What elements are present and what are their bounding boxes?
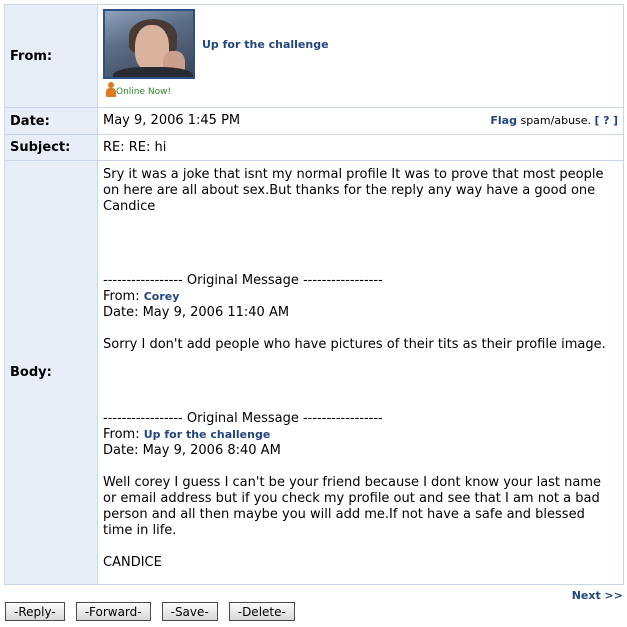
quote2-from-link[interactable]: Up for the challenge: [144, 428, 271, 441]
from-cell: Up for the challenge Online Now!: [97, 4, 624, 108]
flag-text: spam/abuse.: [520, 114, 592, 127]
reply-text: Sry it was a joke that isnt my normal pr…: [103, 167, 604, 214]
quote1-date-line: Date: May 9, 2006 11:40 AM: [103, 305, 290, 320]
flag-area: Flag spam/abuse. [ ? ]: [490, 108, 618, 134]
body-cell: Sry it was a joke that isnt my normal pr…: [97, 160, 624, 585]
online-status: Online Now!: [105, 82, 171, 97]
date-cell: May 9, 2006 1:45 PM Flag spam/abuse. [ ?…: [97, 107, 624, 135]
quote2-from-label: From:: [103, 427, 140, 442]
online-person-icon: [105, 82, 116, 97]
online-status-text: Online Now!: [116, 87, 172, 97]
quote2-date-line: Date: May 9, 2006 8:40 AM: [103, 443, 281, 458]
help-link[interactable]: ?: [603, 114, 609, 127]
subject-label: Subject:: [4, 134, 98, 161]
message-table: From: Up for the challenge Online Now! D…: [4, 4, 624, 585]
reply-button[interactable]: -Reply-: [5, 602, 65, 621]
flag-link[interactable]: Flag: [490, 114, 517, 127]
subject-row: Subject: RE: RE: hi: [4, 134, 624, 161]
sender-name-link[interactable]: Up for the challenge: [202, 38, 329, 51]
body-label: Body:: [4, 160, 98, 585]
help-close-bracket: ]: [612, 114, 618, 127]
subject-value: RE: RE: hi: [97, 134, 624, 161]
date-value: May 9, 2006 1:45 PM: [103, 113, 241, 128]
forward-button[interactable]: -Forward-: [75, 602, 151, 621]
quote1-from-link[interactable]: Corey: [144, 290, 180, 303]
action-buttons: -Reply- -Forward- -Save- -Delete-: [5, 602, 306, 621]
from-row: From: Up for the challenge Online Now!: [4, 4, 624, 108]
date-row: Date: May 9, 2006 1:45 PM Flag spam/abus…: [4, 107, 624, 135]
quote1-separator: ----------------- Original Message -----…: [103, 273, 383, 288]
quote1-text: Sorry I don't add people who have pictur…: [103, 337, 606, 352]
quote2-text: Well corey I guess I can't be your frien…: [103, 475, 602, 538]
next-link[interactable]: Next >>: [572, 589, 623, 602]
delete-button[interactable]: -Delete-: [228, 602, 295, 621]
help-open-bracket: [: [594, 114, 600, 127]
body-row: Body: Sry it was a joke that isnt my nor…: [4, 160, 624, 585]
save-button[interactable]: -Save-: [161, 602, 218, 621]
quote1-from-label: From:: [103, 289, 140, 304]
quote2-from-line: From: Up for the challenge: [103, 427, 618, 443]
quote2-signature: CANDICE: [103, 555, 162, 570]
quote2-separator: ----------------- Original Message -----…: [103, 411, 383, 426]
from-label: From:: [4, 4, 98, 108]
quote1-from-line: From: Corey: [103, 289, 618, 305]
sender-avatar[interactable]: [103, 9, 195, 79]
date-label: Date:: [4, 107, 98, 135]
